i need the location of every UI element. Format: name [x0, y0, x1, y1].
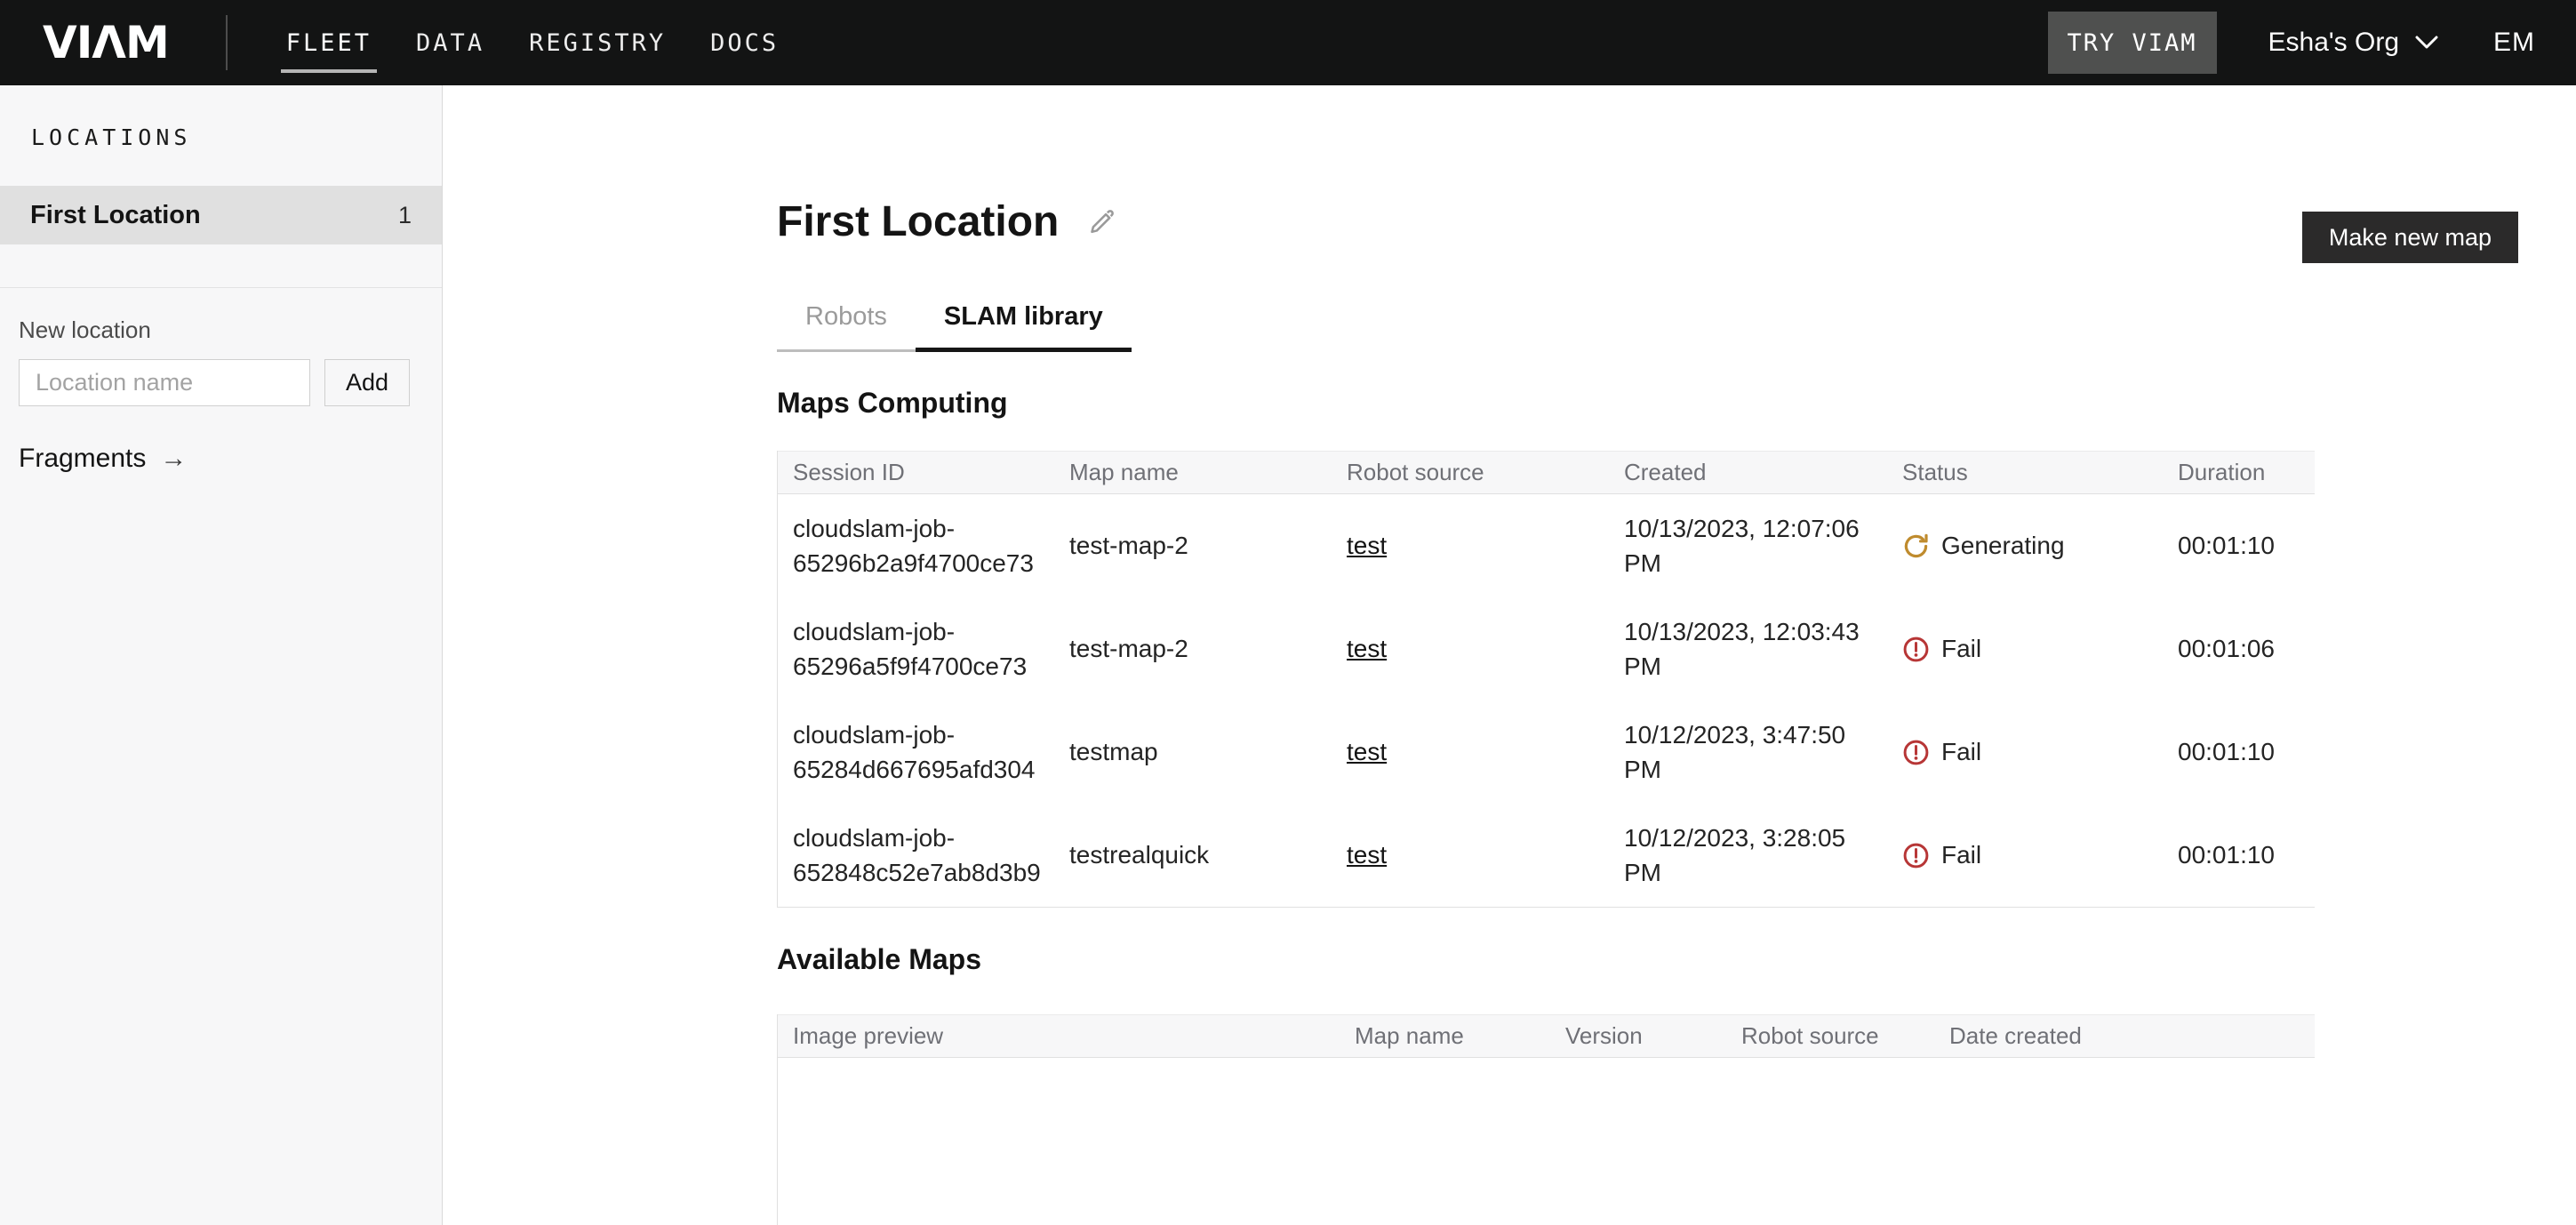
app-body: LOCATIONS First Location 1 New location …	[0, 85, 2576, 1225]
alert-circle-icon	[1902, 636, 1930, 663]
session-id-cell: cloudslam-job-65296b2a9f4700ce73	[778, 511, 1054, 580]
available-maps-table-body	[778, 1058, 2315, 1225]
column-header: Robot source	[1332, 459, 1609, 486]
locations-sidebar: LOCATIONS First Location 1 New location …	[0, 85, 443, 1225]
table-row: cloudslam-job-65284d667695afd304 testmap…	[778, 701, 2315, 804]
robot-source-link[interactable]: test	[1347, 841, 1387, 869]
org-name: Esha's Org	[2268, 28, 2399, 58]
alert-circle-icon	[1902, 842, 1930, 869]
nav-divider	[226, 15, 228, 70]
new-location-label: New location	[19, 316, 424, 344]
alert-circle-icon	[1902, 739, 1930, 766]
sidebar-heading: LOCATIONS	[31, 124, 442, 150]
tab[interactable]: Robots	[777, 302, 916, 352]
nav-item[interactable]: REGISTRY	[529, 20, 666, 66]
session-id-cell: cloudslam-job-65296a5f9f4700ce73	[778, 614, 1054, 684]
table-row: cloudslam-job-65296a5f9f4700ce73 test-ma…	[778, 597, 2315, 701]
sidebar-item-location[interactable]: First Location 1	[0, 186, 442, 244]
duration-cell: 00:01:06	[2163, 631, 2315, 666]
maps-computing-table: Session ID Map name Robot source Created…	[777, 451, 2315, 908]
nav-item[interactable]: DOCS	[710, 20, 779, 66]
primary-nav: FLEET DATA REGISTRY DOCS	[286, 0, 779, 85]
map-name-cell: test-map-2	[1054, 631, 1332, 666]
column-header: Map name	[1340, 1022, 1550, 1050]
sidebar-divider	[0, 287, 442, 288]
column-header: Session ID	[778, 459, 1054, 486]
tabs: Robots SLAM library	[777, 302, 2576, 352]
top-nav: VIΛM FLEET DATA REGISTRY DOCS TRY VIAM E…	[0, 0, 2576, 85]
table-row: cloudslam-job-652848c52e7ab8d3b9 testrea…	[778, 804, 2315, 907]
created-cell: 10/12/2023, 3:28:05 PM	[1609, 821, 1887, 890]
session-id-cell: cloudslam-job-65284d667695afd304	[778, 717, 1054, 787]
location-name: First Location	[30, 201, 201, 230]
duration-cell: 00:01:10	[2163, 837, 2315, 872]
column-header: Version	[1550, 1022, 1726, 1050]
status-cell: Fail	[1887, 837, 2163, 872]
status-cell: Fail	[1887, 631, 2163, 666]
column-header: Map name	[1054, 459, 1332, 486]
org-switcher[interactable]: Esha's Org	[2268, 28, 2438, 58]
column-header: Image preview	[778, 1022, 1340, 1050]
status-label: Fail	[1941, 734, 1981, 769]
created-cell: 10/13/2023, 12:03:43 PM	[1609, 614, 1887, 684]
fragments-label: Fragments	[19, 444, 146, 474]
refresh-icon	[1902, 532, 1930, 560]
available-maps-heading: Available Maps	[777, 943, 2576, 976]
fragments-link[interactable]: Fragments →	[19, 444, 187, 474]
map-name-cell: testmap	[1054, 734, 1332, 769]
user-menu-initials[interactable]: EM	[2493, 28, 2535, 58]
map-name-cell: test-map-2	[1054, 528, 1332, 563]
status-label: Fail	[1941, 837, 1981, 872]
add-location-button[interactable]: Add	[324, 359, 410, 406]
location-count-badge: 1	[398, 202, 412, 229]
location-name-input[interactable]	[19, 359, 310, 406]
robot-source-link[interactable]: test	[1347, 738, 1387, 765]
arrow-right-icon: →	[160, 444, 187, 474]
available-maps-table: Image preview Map name Version Robot sou…	[777, 1014, 2315, 1225]
status-cell: Generating	[1887, 528, 2163, 563]
robot-source-link[interactable]: test	[1347, 532, 1387, 559]
nav-right: TRY VIAM Esha's Org EM	[2048, 12, 2538, 74]
status-label: Fail	[1941, 631, 1981, 666]
location-list: First Location 1	[0, 186, 442, 244]
status-label: Generating	[1941, 528, 2065, 563]
column-header: Created	[1609, 459, 1887, 486]
table-row: cloudslam-job-65296b2a9f4700ce73 test-ma…	[778, 494, 2315, 597]
try-viam-button[interactable]: TRY VIAM	[2048, 12, 2217, 74]
tab[interactable]: SLAM library	[916, 302, 1132, 352]
created-cell: 10/12/2023, 3:47:50 PM	[1609, 717, 1887, 787]
column-header: Robot source	[1726, 1022, 1934, 1050]
maps-computing-heading: Maps Computing	[777, 387, 2576, 420]
column-header: Date created	[1934, 1022, 2315, 1050]
status-cell: Fail	[1887, 734, 2163, 769]
nav-item[interactable]: FLEET	[286, 20, 372, 66]
created-cell: 10/13/2023, 12:07:06 PM	[1609, 511, 1887, 580]
duration-cell: 00:01:10	[2163, 528, 2315, 563]
edit-pencil-icon[interactable]	[1085, 206, 1117, 238]
session-id-cell: cloudslam-job-652848c52e7ab8d3b9	[778, 821, 1054, 890]
column-header: Duration	[2163, 459, 2315, 486]
robot-source-link[interactable]: test	[1347, 635, 1387, 662]
chevron-down-icon	[2415, 36, 2438, 50]
nav-item[interactable]: DATA	[416, 20, 484, 66]
column-header: Status	[1887, 459, 2163, 486]
new-location-section: New location Add	[19, 316, 424, 406]
map-name-cell: testrealquick	[1054, 837, 1332, 872]
make-new-map-button[interactable]: Make new map	[2302, 212, 2518, 263]
maps-computing-table-header: Session ID Map name Robot source Created…	[778, 451, 2315, 494]
main-content: First Location Make new map Robots SLAM …	[443, 85, 2576, 1225]
duration-cell: 00:01:10	[2163, 734, 2315, 769]
available-maps-table-header: Image preview Map name Version Robot sou…	[778, 1014, 2315, 1058]
page-title: First Location	[777, 197, 1059, 247]
viam-logo[interactable]: VIΛM	[43, 20, 169, 65]
